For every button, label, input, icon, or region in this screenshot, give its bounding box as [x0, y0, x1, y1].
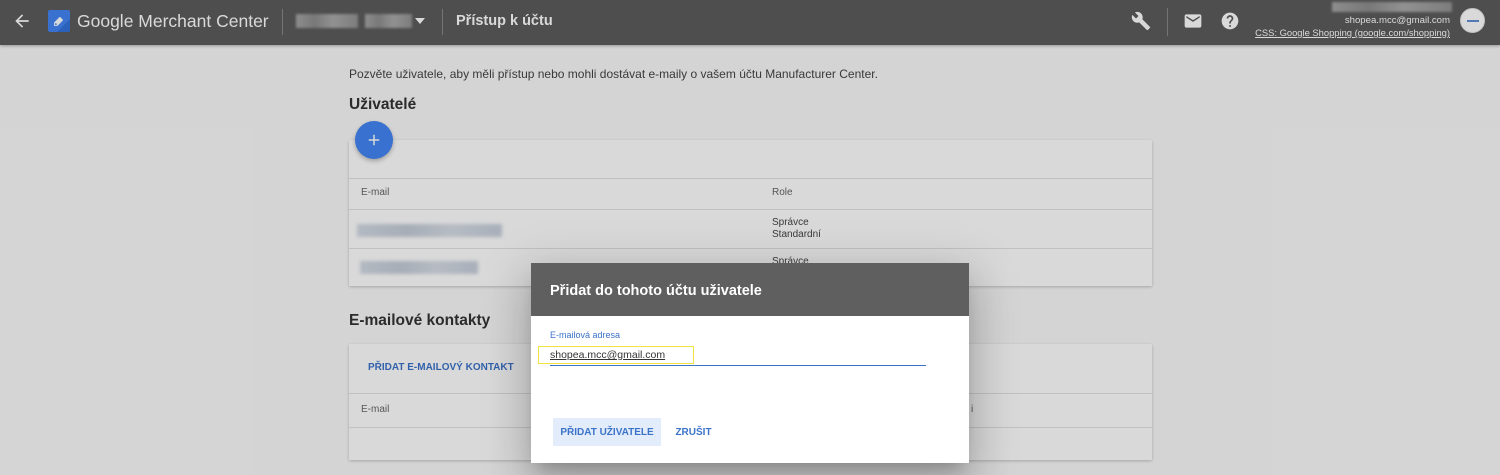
email-input[interactable] — [550, 345, 926, 366]
cancel-button[interactable]: ZRUŠIT — [669, 418, 718, 446]
dialog-header: Přidat do tohoto účtu uživatele — [531, 263, 969, 316]
add-user-button[interactable]: PŘIDAT UŽIVATELE — [553, 418, 661, 446]
add-user-dialog: Přidat do tohoto účtu uživatele E-mailov… — [531, 263, 969, 463]
email-field-label: E-mailová adresa — [550, 330, 621, 340]
dialog-title: Přidat do tohoto účtu uživatele — [550, 283, 762, 299]
